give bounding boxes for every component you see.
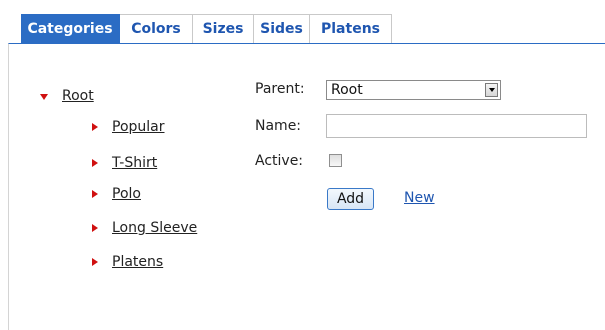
tab-sizes[interactable]: Sizes bbox=[193, 14, 254, 43]
tree-node-polo-link[interactable]: Polo bbox=[112, 186, 141, 202]
tab-bar: Categories Colors Sizes Sides Platens bbox=[21, 14, 392, 43]
tree-node-popular: Popular bbox=[92, 117, 165, 137]
triangle-right-icon[interactable] bbox=[92, 159, 98, 167]
tree-node-long-sleeve-link[interactable]: Long Sleeve bbox=[112, 220, 197, 236]
tree-node-root-link[interactable]: Root bbox=[62, 88, 94, 104]
add-button[interactable]: Add bbox=[327, 188, 374, 210]
tree-node-platens: Platens bbox=[92, 252, 163, 272]
tree-node-platens-link[interactable]: Platens bbox=[112, 254, 163, 270]
tree-node-root: Root bbox=[40, 86, 94, 106]
parent-select-value: Root bbox=[331, 82, 363, 98]
parent-select[interactable]: Root bbox=[326, 80, 501, 100]
tab-sides[interactable]: Sides bbox=[254, 14, 310, 43]
tree-node-long-sleeve: Long Sleeve bbox=[92, 218, 197, 238]
name-label: Name: bbox=[255, 118, 302, 134]
triangle-right-icon[interactable] bbox=[92, 224, 98, 232]
new-link[interactable]: New bbox=[404, 190, 435, 206]
active-checkbox[interactable] bbox=[329, 154, 342, 167]
triangle-down-icon[interactable] bbox=[40, 94, 48, 100]
dropdown-arrow-icon[interactable] bbox=[485, 83, 498, 97]
parent-label: Parent: bbox=[255, 81, 305, 97]
tab-categories[interactable]: Categories bbox=[21, 14, 120, 43]
triangle-right-icon[interactable] bbox=[92, 123, 98, 131]
tab-platens[interactable]: Platens bbox=[310, 14, 392, 43]
active-label: Active: bbox=[255, 153, 304, 169]
tree-node-polo: Polo bbox=[92, 184, 141, 204]
tree-node-popular-link[interactable]: Popular bbox=[112, 119, 165, 135]
tree-node-tshirt-link[interactable]: T-Shirt bbox=[112, 155, 157, 171]
name-input[interactable] bbox=[326, 114, 587, 138]
tree-node-tshirt: T-Shirt bbox=[92, 153, 157, 173]
triangle-right-icon[interactable] bbox=[92, 190, 98, 198]
triangle-right-icon[interactable] bbox=[92, 258, 98, 266]
tab-colors[interactable]: Colors bbox=[120, 14, 193, 43]
